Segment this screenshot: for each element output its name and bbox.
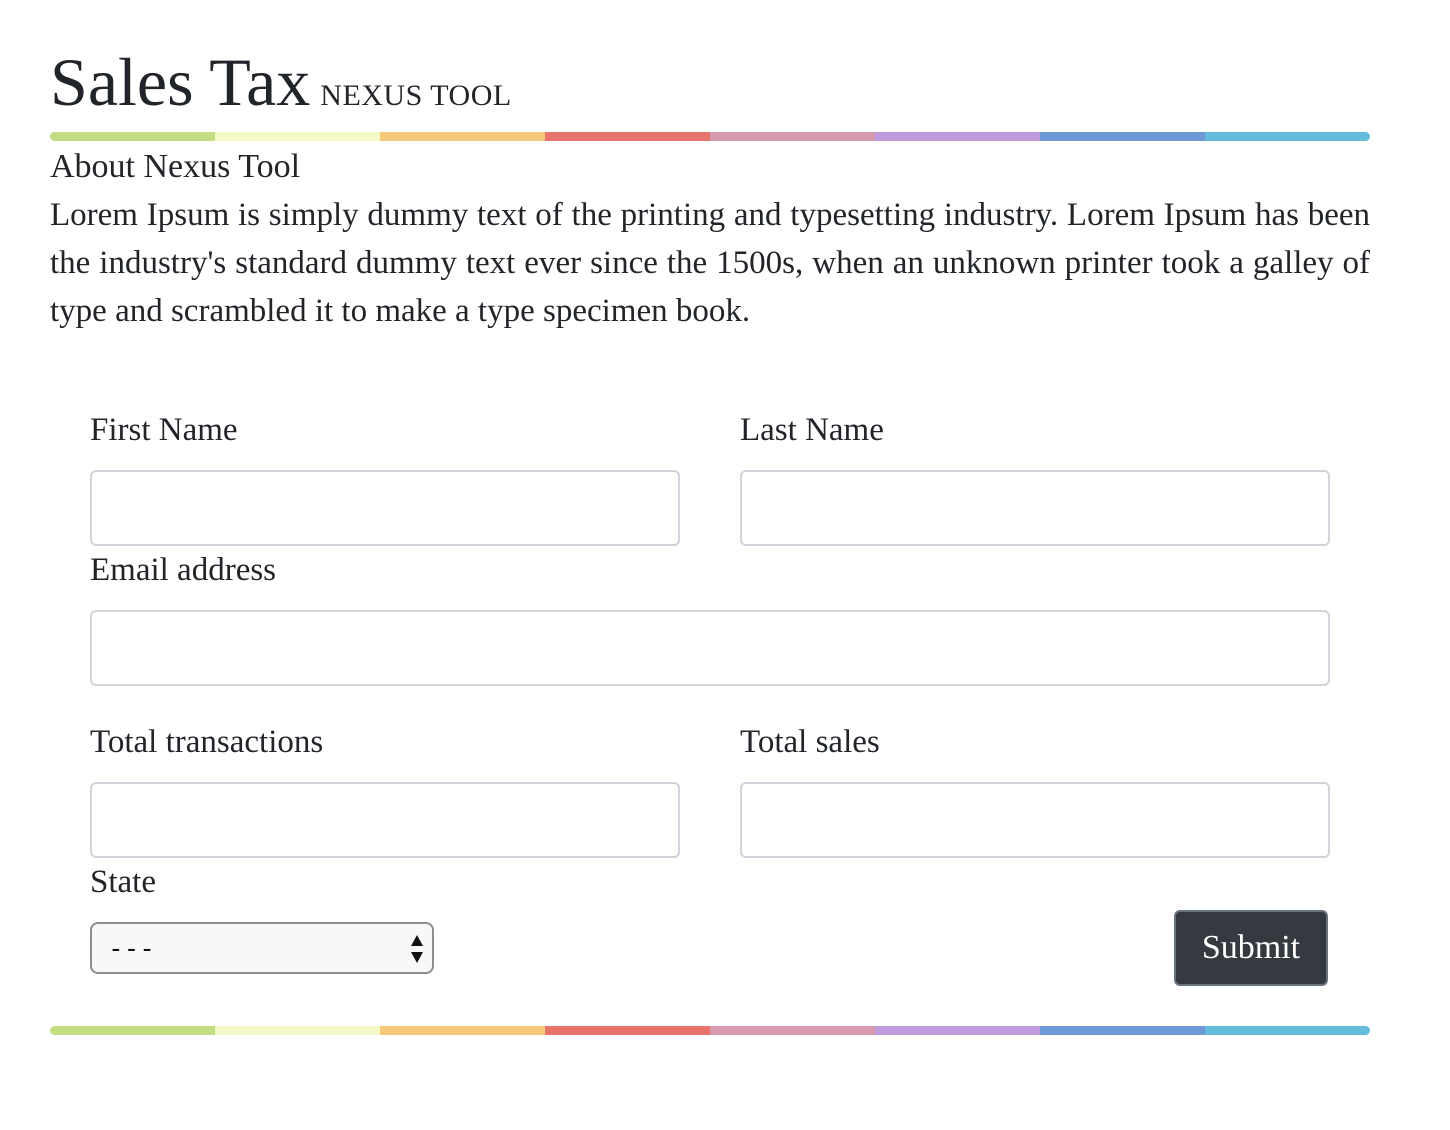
state-select[interactable]: --- [90, 922, 434, 974]
rainbow-segment [545, 1026, 710, 1035]
rainbow-segment [875, 132, 1040, 141]
page-subtitle: NEXUS TOOL [320, 79, 512, 112]
page-header: Sales Tax NEXUS TOOL [50, 42, 512, 122]
email-input[interactable] [92, 612, 1328, 684]
rainbow-segment [545, 132, 710, 141]
state-label: State [90, 864, 156, 900]
rainbow-segment [875, 1026, 1040, 1035]
last-name-field-wrapper [740, 470, 1330, 546]
last-name-input[interactable] [742, 472, 1328, 544]
state-selected-value: --- [108, 934, 155, 964]
rainbow-segment [710, 1026, 875, 1035]
rainbow-segment [380, 132, 545, 141]
rainbow-segment [380, 1026, 545, 1035]
about-heading: About Nexus Tool [50, 148, 301, 185]
first-name-input[interactable] [92, 472, 678, 544]
rainbow-segment [50, 132, 215, 141]
total-sales-input[interactable] [742, 784, 1328, 856]
first-name-field-wrapper [90, 470, 680, 546]
submit-button[interactable]: Submit [1174, 910, 1328, 986]
total-transactions-field-wrapper [90, 782, 680, 858]
rainbow-segment [215, 132, 380, 141]
about-paragraph: Lorem Ipsum is simply dummy text of the … [50, 197, 1370, 329]
total-sales-label: Total sales [740, 724, 880, 760]
rainbow-divider-bottom [50, 1026, 1370, 1035]
rainbow-segment [1040, 1026, 1205, 1035]
total-transactions-label: Total transactions [90, 724, 324, 760]
rainbow-segment [50, 1026, 215, 1035]
rainbow-divider-top [50, 132, 1370, 141]
first-name-label: First Name [90, 412, 238, 448]
last-name-label: Last Name [740, 412, 884, 448]
select-arrows-icon [411, 935, 423, 963]
email-field-wrapper [90, 610, 1330, 686]
total-transactions-input[interactable] [92, 784, 678, 856]
page-title: Sales Tax [50, 44, 311, 120]
rainbow-segment [1205, 1026, 1370, 1035]
rainbow-segment [1040, 132, 1205, 141]
rainbow-segment [1205, 132, 1370, 141]
rainbow-segment [215, 1026, 380, 1035]
email-label: Email address [90, 552, 277, 588]
rainbow-segment [710, 132, 875, 141]
total-sales-field-wrapper [740, 782, 1330, 858]
